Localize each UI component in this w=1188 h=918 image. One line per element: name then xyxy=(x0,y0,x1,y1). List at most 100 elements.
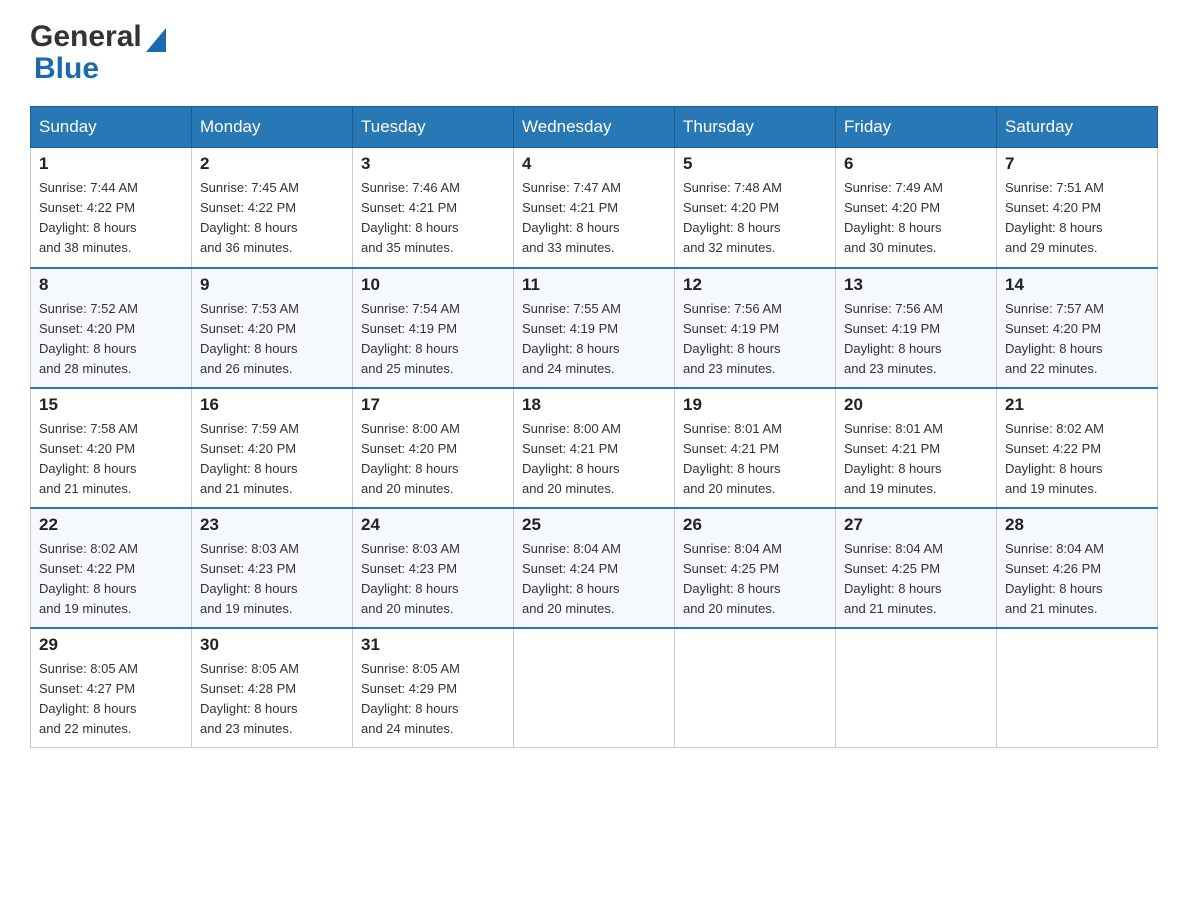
column-header-tuesday: Tuesday xyxy=(353,107,514,148)
day-info: Sunrise: 7:44 AM Sunset: 4:22 PM Dayligh… xyxy=(39,178,183,259)
day-number: 18 xyxy=(522,395,666,415)
day-info: Sunrise: 8:02 AM Sunset: 4:22 PM Dayligh… xyxy=(39,539,183,620)
calendar-table: SundayMondayTuesdayWednesdayThursdayFrid… xyxy=(30,106,1158,748)
calendar-day-cell: 20 Sunrise: 8:01 AM Sunset: 4:21 PM Dayl… xyxy=(836,388,997,508)
calendar-day-cell: 8 Sunrise: 7:52 AM Sunset: 4:20 PM Dayli… xyxy=(31,268,192,388)
day-number: 23 xyxy=(200,515,344,535)
day-number: 19 xyxy=(683,395,827,415)
calendar-week-row: 1 Sunrise: 7:44 AM Sunset: 4:22 PM Dayli… xyxy=(31,148,1158,268)
calendar-day-cell: 27 Sunrise: 8:04 AM Sunset: 4:25 PM Dayl… xyxy=(836,508,997,628)
logo-triangle-icon xyxy=(146,28,166,52)
calendar-day-cell xyxy=(836,628,997,748)
day-info: Sunrise: 7:53 AM Sunset: 4:20 PM Dayligh… xyxy=(200,299,344,380)
calendar-day-cell: 6 Sunrise: 7:49 AM Sunset: 4:20 PM Dayli… xyxy=(836,148,997,268)
day-number: 22 xyxy=(39,515,183,535)
day-number: 15 xyxy=(39,395,183,415)
day-number: 30 xyxy=(200,635,344,655)
day-number: 26 xyxy=(683,515,827,535)
calendar-day-cell xyxy=(997,628,1158,748)
calendar-day-cell: 18 Sunrise: 8:00 AM Sunset: 4:21 PM Dayl… xyxy=(514,388,675,508)
calendar-day-cell: 2 Sunrise: 7:45 AM Sunset: 4:22 PM Dayli… xyxy=(192,148,353,268)
day-number: 20 xyxy=(844,395,988,415)
day-info: Sunrise: 7:56 AM Sunset: 4:19 PM Dayligh… xyxy=(844,299,988,380)
day-number: 8 xyxy=(39,275,183,295)
logo-general-text: General xyxy=(30,20,142,54)
calendar-day-cell: 31 Sunrise: 8:05 AM Sunset: 4:29 PM Dayl… xyxy=(353,628,514,748)
calendar-day-cell: 30 Sunrise: 8:05 AM Sunset: 4:28 PM Dayl… xyxy=(192,628,353,748)
day-info: Sunrise: 8:05 AM Sunset: 4:29 PM Dayligh… xyxy=(361,659,505,740)
day-info: Sunrise: 8:04 AM Sunset: 4:24 PM Dayligh… xyxy=(522,539,666,620)
day-info: Sunrise: 8:01 AM Sunset: 4:21 PM Dayligh… xyxy=(844,419,988,500)
calendar-day-cell: 3 Sunrise: 7:46 AM Sunset: 4:21 PM Dayli… xyxy=(353,148,514,268)
day-info: Sunrise: 8:05 AM Sunset: 4:28 PM Dayligh… xyxy=(200,659,344,740)
day-info: Sunrise: 7:56 AM Sunset: 4:19 PM Dayligh… xyxy=(683,299,827,380)
day-number: 5 xyxy=(683,154,827,174)
calendar-day-cell: 26 Sunrise: 8:04 AM Sunset: 4:25 PM Dayl… xyxy=(675,508,836,628)
calendar-day-cell: 25 Sunrise: 8:04 AM Sunset: 4:24 PM Dayl… xyxy=(514,508,675,628)
calendar-day-cell: 29 Sunrise: 8:05 AM Sunset: 4:27 PM Dayl… xyxy=(31,628,192,748)
day-info: Sunrise: 7:59 AM Sunset: 4:20 PM Dayligh… xyxy=(200,419,344,500)
logo-icon-area xyxy=(144,28,166,46)
day-number: 14 xyxy=(1005,275,1149,295)
day-info: Sunrise: 8:00 AM Sunset: 4:21 PM Dayligh… xyxy=(522,419,666,500)
day-info: Sunrise: 8:04 AM Sunset: 4:25 PM Dayligh… xyxy=(683,539,827,620)
calendar-day-cell: 22 Sunrise: 8:02 AM Sunset: 4:22 PM Dayl… xyxy=(31,508,192,628)
day-number: 16 xyxy=(200,395,344,415)
day-info: Sunrise: 7:45 AM Sunset: 4:22 PM Dayligh… xyxy=(200,178,344,259)
calendar-day-cell: 7 Sunrise: 7:51 AM Sunset: 4:20 PM Dayli… xyxy=(997,148,1158,268)
day-number: 31 xyxy=(361,635,505,655)
day-number: 24 xyxy=(361,515,505,535)
calendar-day-cell xyxy=(514,628,675,748)
day-number: 10 xyxy=(361,275,505,295)
calendar-day-cell: 5 Sunrise: 7:48 AM Sunset: 4:20 PM Dayli… xyxy=(675,148,836,268)
calendar-day-cell: 28 Sunrise: 8:04 AM Sunset: 4:26 PM Dayl… xyxy=(997,508,1158,628)
calendar-day-cell: 21 Sunrise: 8:02 AM Sunset: 4:22 PM Dayl… xyxy=(997,388,1158,508)
day-info: Sunrise: 8:02 AM Sunset: 4:22 PM Dayligh… xyxy=(1005,419,1149,500)
day-number: 13 xyxy=(844,275,988,295)
day-info: Sunrise: 7:52 AM Sunset: 4:20 PM Dayligh… xyxy=(39,299,183,380)
day-info: Sunrise: 7:54 AM Sunset: 4:19 PM Dayligh… xyxy=(361,299,505,380)
calendar-day-cell: 16 Sunrise: 7:59 AM Sunset: 4:20 PM Dayl… xyxy=(192,388,353,508)
column-header-friday: Friday xyxy=(836,107,997,148)
day-number: 9 xyxy=(200,275,344,295)
day-number: 11 xyxy=(522,275,666,295)
calendar-day-cell: 4 Sunrise: 7:47 AM Sunset: 4:21 PM Dayli… xyxy=(514,148,675,268)
day-number: 25 xyxy=(522,515,666,535)
day-number: 3 xyxy=(361,154,505,174)
day-info: Sunrise: 8:01 AM Sunset: 4:21 PM Dayligh… xyxy=(683,419,827,500)
column-header-sunday: Sunday xyxy=(31,107,192,148)
day-info: Sunrise: 8:03 AM Sunset: 4:23 PM Dayligh… xyxy=(361,539,505,620)
calendar-day-cell: 13 Sunrise: 7:56 AM Sunset: 4:19 PM Dayl… xyxy=(836,268,997,388)
calendar-day-cell: 9 Sunrise: 7:53 AM Sunset: 4:20 PM Dayli… xyxy=(192,268,353,388)
page-header: General Blue xyxy=(30,20,1158,86)
day-info: Sunrise: 8:04 AM Sunset: 4:26 PM Dayligh… xyxy=(1005,539,1149,620)
day-number: 17 xyxy=(361,395,505,415)
day-number: 27 xyxy=(844,515,988,535)
day-info: Sunrise: 7:55 AM Sunset: 4:19 PM Dayligh… xyxy=(522,299,666,380)
day-number: 21 xyxy=(1005,395,1149,415)
day-info: Sunrise: 7:48 AM Sunset: 4:20 PM Dayligh… xyxy=(683,178,827,259)
day-info: Sunrise: 7:51 AM Sunset: 4:20 PM Dayligh… xyxy=(1005,178,1149,259)
calendar-day-cell: 1 Sunrise: 7:44 AM Sunset: 4:22 PM Dayli… xyxy=(31,148,192,268)
calendar-day-cell: 17 Sunrise: 8:00 AM Sunset: 4:20 PM Dayl… xyxy=(353,388,514,508)
day-info: Sunrise: 7:58 AM Sunset: 4:20 PM Dayligh… xyxy=(39,419,183,500)
day-info: Sunrise: 8:05 AM Sunset: 4:27 PM Dayligh… xyxy=(39,659,183,740)
day-number: 29 xyxy=(39,635,183,655)
calendar-day-cell: 14 Sunrise: 7:57 AM Sunset: 4:20 PM Dayl… xyxy=(997,268,1158,388)
day-info: Sunrise: 7:46 AM Sunset: 4:21 PM Dayligh… xyxy=(361,178,505,259)
calendar-week-row: 29 Sunrise: 8:05 AM Sunset: 4:27 PM Dayl… xyxy=(31,628,1158,748)
logo: General Blue xyxy=(30,20,166,86)
day-number: 28 xyxy=(1005,515,1149,535)
day-info: Sunrise: 8:04 AM Sunset: 4:25 PM Dayligh… xyxy=(844,539,988,620)
calendar-week-row: 8 Sunrise: 7:52 AM Sunset: 4:20 PM Dayli… xyxy=(31,268,1158,388)
column-header-wednesday: Wednesday xyxy=(514,107,675,148)
column-header-saturday: Saturday xyxy=(997,107,1158,148)
day-info: Sunrise: 7:49 AM Sunset: 4:20 PM Dayligh… xyxy=(844,178,988,259)
day-number: 2 xyxy=(200,154,344,174)
day-number: 1 xyxy=(39,154,183,174)
day-number: 6 xyxy=(844,154,988,174)
column-header-thursday: Thursday xyxy=(675,107,836,148)
logo-blue-text: Blue xyxy=(34,52,99,85)
calendar-day-cell: 23 Sunrise: 8:03 AM Sunset: 4:23 PM Dayl… xyxy=(192,508,353,628)
calendar-day-cell: 19 Sunrise: 8:01 AM Sunset: 4:21 PM Dayl… xyxy=(675,388,836,508)
